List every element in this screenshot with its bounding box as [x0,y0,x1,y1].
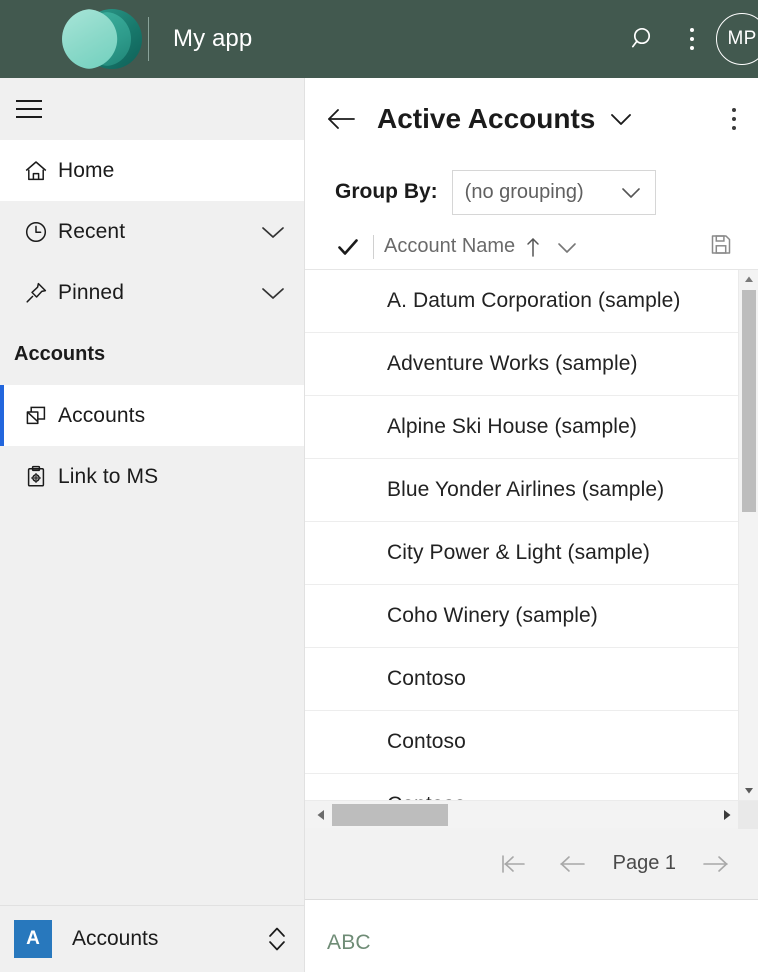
area-switcher-label: Accounts [72,927,158,951]
checkmark-icon[interactable] [333,236,363,258]
horizontal-scrollbar[interactable] [305,800,758,828]
app-title: My app [173,25,252,53]
sidebar-item-label: Link to MS [58,465,158,489]
chevron-up-down-icon[interactable] [264,924,290,954]
clock-icon [14,216,58,248]
accounts-entity-icon [14,400,58,432]
table-row[interactable]: Contoso [305,648,758,711]
more-vertical-icon[interactable] [732,108,736,130]
vertical-scrollbar[interactable] [738,270,758,800]
table-row[interactable]: City Power & Light (sample) [305,522,758,585]
column-header-account-name[interactable]: Account Name [384,235,515,258]
group-by-row: Group By: (no grouping) [305,160,758,224]
grid-rows-container: A. Datum Corporation (sample) Adventure … [305,270,758,800]
area-switcher[interactable]: A Accounts [0,905,304,972]
sidebar-item-label: Home [58,159,114,183]
scroll-down-arrow-icon[interactable] [739,782,758,800]
avatar[interactable]: MP [716,13,758,65]
group-by-value: (no grouping) [465,181,584,204]
hamburger-icon [12,92,46,126]
home-icon [14,155,58,187]
scrollbar-corner [738,801,758,829]
header-divider [148,17,149,61]
sidebar: Home Recent Pin [0,78,305,972]
cell-account-name: Contoso [387,730,466,754]
table-row[interactable]: Adventure Works (sample) [305,333,758,396]
chevron-down-icon[interactable] [258,222,288,242]
table-row[interactable]: A. Datum Corporation (sample) [305,270,758,333]
scroll-up-arrow-icon[interactable] [739,270,758,288]
footer-text: ABC [327,931,371,955]
app-logo[interactable] [62,0,142,78]
pin-icon [14,277,58,309]
pagination-bar: Page 1 [305,828,758,900]
more-dots [690,28,694,50]
table-row[interactable]: Alpine Ski House (sample) [305,396,758,459]
table-row[interactable]: Coho Winery (sample) [305,585,758,648]
avatar-initials: MP [727,28,756,50]
sidebar-item-accounts[interactable]: Accounts [0,385,304,446]
group-by-label: Group By: [335,180,438,204]
first-page-icon[interactable] [483,838,543,890]
sidebar-item-link-to-ms[interactable]: Link to MS [0,446,304,507]
chevron-down-icon[interactable] [258,283,288,303]
area-badge: A [14,920,52,958]
search-icon[interactable] [620,15,668,63]
table-row[interactable]: Contoso [305,774,758,800]
page-title: Active Accounts [377,103,595,135]
back-arrow-icon[interactable] [321,98,363,140]
sidebar-item-pinned[interactable]: Pinned [0,262,304,323]
sidebar-group-header: Accounts [0,323,304,385]
cell-account-name: Contoso [387,667,466,691]
sidebar-item-label: Recent [58,220,125,244]
scroll-right-arrow-icon[interactable] [716,801,738,829]
table-row[interactable]: Blue Yonder Airlines (sample) [305,459,758,522]
scroll-left-arrow-icon[interactable] [309,801,331,829]
more-vertical-icon[interactable] [668,15,716,63]
top-header-bar: My app MP [0,0,758,78]
cell-account-name: City Power & Light (sample) [387,541,650,565]
page-label: Page 1 [603,852,686,875]
chevron-down-icon[interactable] [555,239,579,255]
view-header: Active Accounts [305,78,758,160]
group-by-select[interactable]: (no grouping) [452,170,656,215]
sidebar-item-label: Pinned [58,281,124,305]
grid-column-header: Account Name [305,224,758,270]
footer-strip: ABC [305,900,758,972]
next-page-icon[interactable] [686,838,746,890]
previous-page-icon[interactable] [543,838,603,890]
cell-account-name: Alpine Ski House (sample) [387,415,637,439]
cell-account-name: Contoso [387,793,466,800]
clipboard-gear-icon [14,461,58,493]
vertical-scrollbar-thumb[interactable] [742,290,756,512]
cell-account-name: A. Datum Corporation (sample) [387,289,681,313]
cell-account-name: Blue Yonder Airlines (sample) [387,478,664,502]
table-row[interactable]: Contoso [305,711,758,774]
sidebar-item-home[interactable]: Home [0,140,304,201]
sidebar-item-recent[interactable]: Recent [0,201,304,262]
header-divider [373,235,374,259]
main-content: Active Accounts Group By: (no grouping) [305,78,758,972]
chevron-down-icon[interactable] [608,110,634,128]
sort-ascending-arrow-icon [525,236,541,258]
sidebar-item-label: Accounts [58,404,145,428]
cell-account-name: Adventure Works (sample) [387,352,638,376]
chevron-down-icon [619,184,643,200]
save-floppy-icon[interactable] [710,233,732,260]
horizontal-scrollbar-thumb[interactable] [332,804,448,826]
site-map-toggle[interactable] [0,78,304,140]
cell-account-name: Coho Winery (sample) [387,604,598,628]
app-root: My app MP [0,0,758,972]
